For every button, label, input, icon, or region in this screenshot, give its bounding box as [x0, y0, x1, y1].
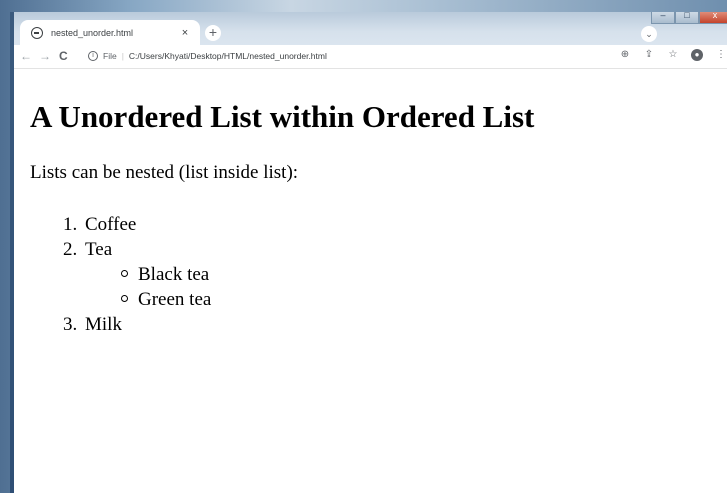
list-number: 3.: [63, 314, 78, 335]
sublist-item-text: Green tea: [138, 289, 212, 310]
tab-nested-unorder[interactable]: nested_unorder.html ×: [20, 20, 200, 46]
address-toolbar: ← → C i File | C:/Users/Khyati/Desktop/H…: [14, 46, 727, 69]
list-number: 1.: [63, 214, 78, 235]
info-icon[interactable]: i: [88, 51, 98, 61]
menu-icon[interactable]: ⋮: [715, 49, 727, 61]
sublist-item: Black tea: [121, 262, 211, 287]
list-item-text: Milk: [85, 314, 122, 335]
list-item: 2. Tea: [63, 237, 211, 262]
list-item: 3. Milk: [63, 312, 211, 337]
omnibox[interactable]: i File | C:/Users/Khyati/Desktop/HTML/ne…: [88, 47, 628, 65]
ordered-list: 1. Coffee 2. Tea Black tea Green tea 3. …: [63, 212, 211, 337]
intro-text: Lists can be nested (list inside list):: [30, 162, 299, 183]
globe-icon: [31, 27, 43, 39]
forward-icon[interactable]: →: [39, 49, 51, 63]
new-tab-button[interactable]: +: [205, 25, 221, 41]
page-heading: A Unordered List within Ordered List: [30, 99, 535, 134]
window-controls: – □ x: [651, 12, 727, 24]
unordered-sublist: Black tea Green tea: [63, 262, 211, 312]
browser-window: nested_unorder.html × + ⌄ – □ x ← → C i …: [14, 12, 727, 493]
list-item-text: Coffee: [85, 214, 137, 235]
minimize-icon[interactable]: –: [651, 12, 675, 24]
page-content: A Unordered List within Ordered List Lis…: [14, 69, 727, 493]
tab-close-icon[interactable]: ×: [178, 27, 192, 39]
scheme-label: File: [103, 51, 117, 61]
reload-icon[interactable]: C: [59, 49, 68, 63]
tab-strip: nested_unorder.html × + ⌄ – □ x: [14, 12, 727, 46]
url-text[interactable]: C:/Users/Khyati/Desktop/HTML/nested_unor…: [129, 51, 327, 61]
toolbar-actions: ⊕ ⇪ ☆ ● ⋮: [619, 49, 727, 61]
close-window-icon[interactable]: x: [699, 12, 727, 24]
share-icon[interactable]: ⇪: [643, 49, 655, 61]
sublist-item-text: Black tea: [138, 264, 210, 285]
list-number: 2.: [63, 239, 78, 260]
circle-bullet-icon: [121, 270, 128, 277]
back-icon[interactable]: ←: [20, 49, 32, 63]
circle-bullet-icon: [121, 295, 128, 302]
zoom-icon[interactable]: ⊕: [619, 49, 631, 61]
tab-search-icon[interactable]: ⌄: [641, 26, 657, 42]
sublist-item: Green tea: [121, 287, 211, 312]
list-item: 1. Coffee: [63, 212, 211, 237]
profile-icon[interactable]: ●: [691, 49, 703, 61]
divider: |: [121, 51, 124, 61]
maximize-icon[interactable]: □: [675, 12, 699, 24]
star-icon[interactable]: ☆: [667, 49, 679, 61]
tab-title: nested_unorder.html: [51, 28, 134, 38]
list-item-text: Tea: [85, 239, 113, 260]
